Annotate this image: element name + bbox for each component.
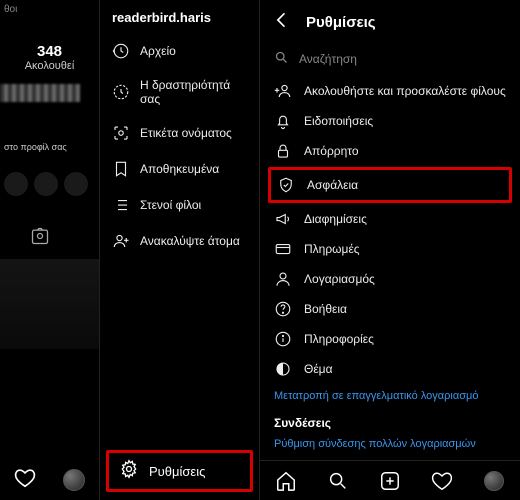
search-icon <box>274 50 289 68</box>
multi-account-link[interactable]: Ρύθμιση σύνδεσης πολλών λογαριασμών <box>260 432 520 456</box>
menu-item-close-friends[interactable]: Στενοί φίλοι <box>100 187 259 223</box>
settings-item-label: Ειδοποιήσεις <box>304 114 373 128</box>
menu-item-label: Η δραστηριότητά σας <box>140 78 247 106</box>
settings-button[interactable]: Ρυθμίσεις <box>106 450 253 492</box>
settings-item-label: Βοήθεια <box>304 302 347 316</box>
settings-header: Ρυθμίσεις <box>260 0 520 44</box>
menu-item-nametag[interactable]: Ετικέτα ονόματος <box>100 115 259 151</box>
page-title: Ρυθμίσεις <box>306 14 376 31</box>
menu-item-label: Ανακαλύψτε άτομα <box>140 234 240 248</box>
settings-item-about[interactable]: Πληροφορίες <box>260 324 520 354</box>
story-circle[interactable] <box>64 172 88 196</box>
connections-section-label: Συνδέσεις <box>260 408 520 432</box>
settings-item-label: Διαφημίσεις <box>304 212 367 226</box>
settings-item-theme[interactable]: Θέμα <box>260 354 520 384</box>
back-icon[interactable] <box>272 10 292 34</box>
settings-item-privacy[interactable]: Απόρρητο <box>260 136 520 166</box>
bookmark-icon <box>112 160 130 178</box>
settings-item-label: Πληρωμές <box>304 242 360 256</box>
settings-item-payments[interactable]: Πληρωμές <box>260 234 520 264</box>
search-row[interactable]: Αναζήτηση <box>260 44 520 74</box>
settings-item-security[interactable]: Ασφάλεια <box>268 167 512 203</box>
activity-icon <box>112 83 130 101</box>
settings-item-ads[interactable]: Διαφημίσεις <box>260 204 520 234</box>
menu-item-archive[interactable]: Αρχείο <box>100 33 259 69</box>
settings-item-label: Απόρρητο <box>304 144 359 158</box>
menu-item-activity[interactable]: Η δραστηριότητά σας <box>100 69 259 115</box>
menu-item-label: Αρχείο <box>140 44 176 58</box>
username-header: readerbird.haris <box>100 0 259 33</box>
menu-item-label: Ετικέτα ονόματος <box>140 126 232 140</box>
drawer-menu: readerbird.haris Αρχείο Η δραστηριότητά … <box>100 0 260 500</box>
search-icon[interactable] <box>327 470 349 492</box>
profile-small-text: στο προφίλ σας <box>4 142 99 152</box>
settings-pane: Ρυθμίσεις Αναζήτηση Ακολουθήστε και προσ… <box>260 0 520 500</box>
menu-item-saved[interactable]: Αποθηκευμένα <box>100 151 259 187</box>
settings-item-notifications[interactable]: Ειδοποιήσεις <box>260 106 520 136</box>
theme-icon <box>274 360 292 378</box>
menu-item-label: Αποθηκευμένα <box>140 162 219 176</box>
tagged-tab-icon[interactable] <box>30 226 99 251</box>
archive-icon <box>112 42 130 60</box>
profile-pane: θοι 348 Ακολουθεί στο προφίλ σας <box>0 0 100 500</box>
avatar[interactable] <box>483 470 505 492</box>
help-icon <box>274 300 292 318</box>
settings-item-account[interactable]: Λογαριασμός <box>260 264 520 294</box>
settings-item-label: Ακολουθήστε και προσκαλέστε φίλους <box>304 84 506 98</box>
lock-icon <box>274 142 292 160</box>
menu-item-label: Στενοί φίλοι <box>140 198 201 212</box>
megaphone-icon <box>274 210 292 228</box>
bell-icon <box>274 112 292 130</box>
info-icon <box>274 330 292 348</box>
settings-item-follow-invite[interactable]: Ακολουθήστε και προσκαλέστε φίλους <box>260 76 520 106</box>
professional-account-link[interactable]: Μετατροπή σε επαγγελματικό λογαριασμό <box>260 384 520 408</box>
followers-partial-label: θοι <box>4 4 99 15</box>
settings-item-label: Θέμα <box>304 362 333 376</box>
grid-placeholder <box>0 259 99 349</box>
blurred-name <box>0 84 80 102</box>
avatar[interactable] <box>63 469 85 491</box>
story-circle[interactable] <box>4 172 28 196</box>
list-icon <box>112 196 130 214</box>
gear-icon <box>119 459 139 484</box>
settings-item-label: Πληροφορίες <box>304 332 374 346</box>
story-circle[interactable] <box>34 172 58 196</box>
home-icon[interactable] <box>275 470 297 492</box>
bottom-nav <box>260 460 520 500</box>
heart-icon[interactable] <box>431 470 453 492</box>
followers-block[interactable]: 348 Ακολουθεί <box>0 43 99 72</box>
shield-icon <box>277 176 295 194</box>
person-icon <box>274 270 292 288</box>
search-placeholder: Αναζήτηση <box>299 52 357 66</box>
story-highlights[interactable] <box>4 172 99 196</box>
nametag-icon <box>112 124 130 142</box>
followers-count: 348 <box>0 43 99 60</box>
card-icon <box>274 240 292 258</box>
settings-item-help[interactable]: Βοήθεια <box>260 294 520 324</box>
heart-icon[interactable] <box>14 467 36 494</box>
menu-item-discover[interactable]: Ανακαλύψτε άτομα <box>100 223 259 259</box>
settings-label: Ρυθμίσεις <box>149 464 205 479</box>
followers-label: Ακολουθεί <box>0 60 99 72</box>
add-person-icon <box>112 232 130 250</box>
bottom-nav-partial <box>0 460 99 500</box>
add-post-icon[interactable] <box>379 470 401 492</box>
settings-item-label: Λογαριασμός <box>304 272 375 286</box>
settings-item-label: Ασφάλεια <box>307 178 358 192</box>
add-person-icon <box>274 82 292 100</box>
